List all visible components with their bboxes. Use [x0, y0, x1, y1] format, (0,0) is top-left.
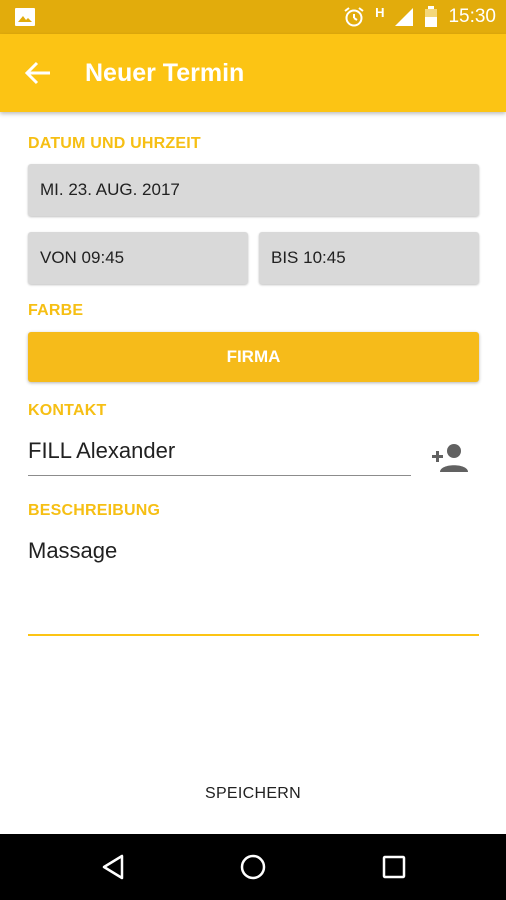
gallery-icon	[15, 8, 35, 26]
start-time-field[interactable]: VON 09:45	[28, 232, 248, 284]
status-bar: H 15:30	[0, 0, 506, 34]
contact-label: KONTAKT	[28, 402, 107, 419]
person-add-icon[interactable]	[430, 442, 470, 474]
end-time-field[interactable]: BIS 10:45	[259, 232, 479, 284]
date-field[interactable]: MI. 23. AUG. 2017	[28, 164, 479, 216]
date-time-label: DATUM UND UHRZEIT	[28, 135, 201, 152]
status-time: 15:30	[448, 6, 496, 27]
save-button[interactable]: SPEICHERN	[180, 776, 326, 812]
home-circle-icon[interactable]	[237, 851, 269, 883]
recents-square-icon[interactable]	[378, 851, 410, 883]
status-icons: H 15:30	[333, 0, 496, 34]
description-input[interactable]: Massage	[28, 538, 479, 636]
contact-input[interactable]: FILL Alexander	[28, 438, 411, 476]
battery-icon	[425, 6, 438, 27]
color-select-button[interactable]: FIRMA	[28, 332, 479, 382]
description-label: BESCHREIBUNG	[28, 502, 161, 519]
alarm-icon	[344, 7, 364, 27]
signal-icon	[395, 8, 414, 26]
network-type-indicator: H	[375, 4, 385, 20]
color-label: FARBE	[28, 302, 84, 319]
back-triangle-icon[interactable]	[98, 851, 130, 883]
app-bar: Neuer Termin	[0, 34, 506, 112]
arrow-back-icon[interactable]	[24, 60, 52, 86]
system-nav-bar	[0, 834, 506, 900]
page-title: Neuer Termin	[85, 59, 245, 87]
